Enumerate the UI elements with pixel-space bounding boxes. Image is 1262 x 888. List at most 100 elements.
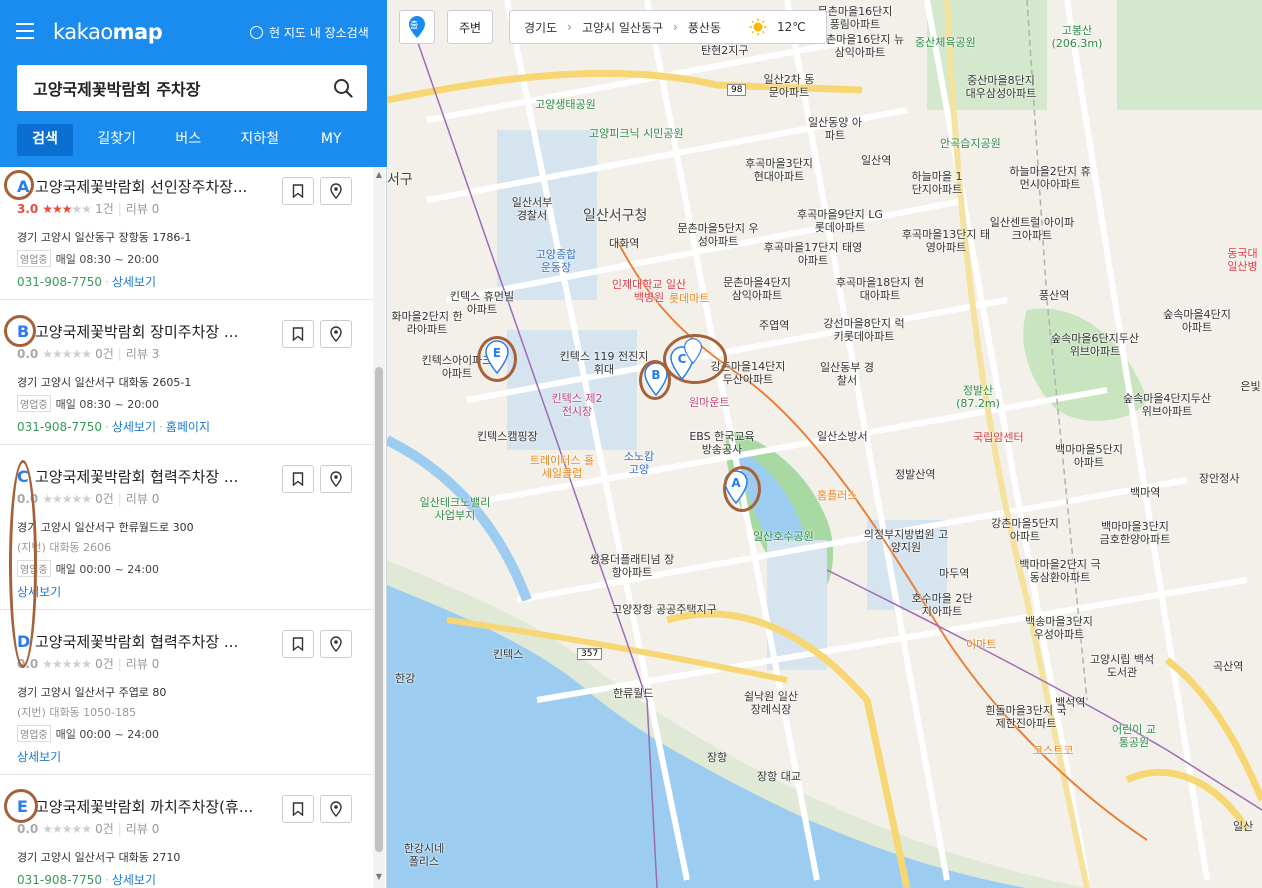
map-label[interactable]: 한류월드 [613, 687, 653, 700]
detail-link[interactable]: 상세보기 [17, 750, 61, 764]
detail-link[interactable]: 상세보기 [112, 873, 156, 887]
review-count[interactable]: 리뷰 0 [126, 490, 160, 507]
detail-link[interactable]: 상세보기 [112, 275, 156, 289]
map-label[interactable]: 한강 [395, 672, 415, 685]
map-label[interactable]: 숲속마을4단지두산 위브아파트 [1117, 392, 1217, 418]
review-count[interactable]: 리뷰 0 [126, 820, 160, 837]
bookmark-button[interactable] [282, 177, 314, 205]
map-label[interactable]: 은빛 [1239, 380, 1262, 393]
map-label[interactable]: 동국대 일산병 [1223, 247, 1262, 273]
phone-link[interactable]: 031-908-7750 [17, 420, 102, 434]
map-label[interactable]: 일산호수공원 [753, 530, 814, 543]
rating-count[interactable]: 0건 [95, 820, 114, 837]
map-label[interactable]: 중산마을8단지 대우삼성아파트 [961, 74, 1041, 100]
map-marker-d[interactable] [683, 338, 703, 364]
scroll-up-arrow-icon[interactable]: ▲ [375, 171, 383, 179]
map-label[interactable]: 고양시립 백석도서관 [1087, 653, 1157, 679]
map-label[interactable]: 고봉산 (206.3m) [1047, 24, 1107, 50]
search-input[interactable] [33, 65, 323, 111]
search-icon[interactable] [333, 78, 353, 98]
map-label[interactable]: 일산서구청 [583, 209, 647, 223]
map-label[interactable]: 일산센트럴 아이파크아파트 [987, 216, 1077, 242]
bookmark-button[interactable] [282, 465, 314, 493]
map-label[interactable]: 문촌마을16단지 뉴삼익아파트 [815, 33, 905, 59]
homepage-link[interactable]: 홈페이지 [166, 420, 210, 434]
map-label[interactable]: 하늘마을 1단지아파트 [907, 170, 967, 196]
map-label[interactable]: 백송마을3단지 우성아파트 [1019, 615, 1099, 641]
map-label[interactable]: 이마트 [966, 638, 996, 651]
result-item-d[interactable]: D 고양국제꽃박람회 협력주차장 ... 0.0 ★★★★★ 0건 | 리뷰 0 경기 고… [0, 610, 373, 775]
map-label[interactable]: 곡산역 [1213, 660, 1243, 673]
map-label[interactable]: 강촌마을14단지 두산아파트 [708, 360, 788, 386]
review-count[interactable]: 리뷰 0 [126, 655, 160, 672]
map-label[interactable]: 원마운트 [689, 396, 729, 409]
map-label[interactable]: 강선마을8단지 럭키롯데아파트 [819, 317, 909, 343]
results-scrollbar[interactable]: ▲ ▼ [373, 167, 385, 888]
map-label[interactable]: 정발산역 [895, 468, 935, 481]
bookmark-button[interactable] [282, 630, 314, 658]
map-label[interactable]: 백마마을5단지 아파트 [1049, 443, 1129, 469]
map-label[interactable]: 후곡마을18단지 현대아파트 [835, 276, 925, 302]
map-label[interactable]: 일산테크노밸리 사업부지 [415, 496, 495, 522]
map-label[interactable]: 문촌마을4단지 삼익아파트 [717, 276, 797, 302]
rating-count[interactable]: 0건 [95, 345, 114, 362]
map-label[interactable]: EBS 한국교육 방송공사 [687, 430, 757, 456]
departure-button[interactable]: 출 [399, 10, 435, 44]
map-label[interactable]: 소노캄 고양 [619, 450, 659, 476]
map-label[interactable]: 호수마을 2단지아파트 [907, 592, 977, 618]
map-label[interactable]: 고양생태공원 [535, 98, 596, 111]
breadcrumb-dong[interactable]: 풍산동 [688, 19, 721, 36]
result-title[interactable]: 고양국제꽃박람회 장미주차장 ... [35, 321, 263, 342]
map-label[interactable]: 트레이더스 홀세일클럽 [527, 454, 597, 480]
bookmark-button[interactable] [282, 320, 314, 348]
review-count[interactable]: 리뷰 0 [126, 200, 160, 217]
map-label[interactable]: 고양피크닉 시민공원 [589, 127, 684, 140]
map-marker-e[interactable]: E [484, 340, 510, 374]
map-label[interactable]: 대화역 [609, 237, 639, 250]
nearby-button[interactable]: 주변 [447, 10, 493, 44]
map-label[interactable]: 코스트코 [1033, 744, 1073, 757]
route-pin-button[interactable] [320, 320, 352, 348]
result-item-e[interactable]: E 고양국제꽃박람회 까치주차장(휴... 0.0 ★★★★★ 0건 | 리뷰 0 경기 … [0, 775, 373, 888]
map-label[interactable]: 킨텍스 [493, 648, 523, 661]
map-label[interactable]: 중산체육공원 [915, 36, 976, 49]
scrollbar-thumb[interactable] [375, 367, 383, 852]
tab-directions[interactable]: 길찾기 [81, 124, 153, 156]
phone-link[interactable]: 031-908-7750 [17, 873, 102, 887]
map-label[interactable]: 일산서부 경찰서 [507, 196, 557, 222]
map-label[interactable]: 일산동양 아파트 [805, 116, 865, 142]
map-label[interactable]: 일산소방서 [817, 430, 868, 443]
map-label[interactable]: 숲속마을6단지두산 위브아파트 [1045, 332, 1145, 358]
map-label[interactable]: 탄현2지구 [701, 44, 748, 57]
map-label[interactable]: 의정부지방법원 고양지원 [861, 528, 951, 554]
map-marker-b[interactable]: B [643, 362, 669, 396]
map-canvas[interactable]: 고양생태공원 고양피크닉 시민공원 일산서부 경찰서 일산서구청 대화역 고양종… [387, 0, 1262, 888]
map-label[interactable]: 국립암센터 [973, 431, 1024, 444]
phone-link[interactable]: 031-908-7750 [17, 275, 102, 289]
result-title[interactable]: 고양국제꽃박람회 선인장주차장... [35, 176, 263, 197]
map-label[interactable]: 후곡마을9단지 LG롯데아파트 [795, 208, 885, 234]
detail-link[interactable]: 상세보기 [112, 420, 156, 434]
result-title[interactable]: 고양국제꽃박람회 협력주차장 ... [35, 466, 263, 487]
current-map-search-toggle[interactable]: 현 지도 내 장소검색 [250, 24, 369, 41]
breadcrumb-city[interactable]: 고양시 일산동구 [582, 19, 663, 36]
route-pin-button[interactable] [320, 795, 352, 823]
rating-count[interactable]: 1건 [95, 200, 114, 217]
map-label[interactable]: 일산역 [861, 154, 891, 167]
map-label[interactable]: 화마을2단지 한라아파트 [387, 310, 467, 336]
tab-bus[interactable]: 버스 [153, 124, 225, 156]
map-label[interactable]: 후곡마을13단지 태영아파트 [901, 228, 991, 254]
map-label[interactable]: 백석역 [1055, 696, 1085, 709]
map-label[interactable]: 킨텍스캠핑장 [477, 430, 538, 443]
map-label[interactable]: 풍산역 [1039, 289, 1069, 302]
map-label[interactable]: 서구 [387, 173, 413, 187]
route-pin-button[interactable] [320, 177, 352, 205]
map-label[interactable]: 한강시네 폴리스 [399, 842, 449, 868]
result-item-a[interactable]: A 고양국제꽃박람회 선인장주차장... 3.0 ★★★★★ 1건 | 리뷰 0 경기 고… [0, 167, 373, 300]
map-label[interactable]: 후곡마을3단지 현대아파트 [739, 157, 819, 183]
route-pin-button[interactable] [320, 630, 352, 658]
map-label[interactable]: 주엽역 [759, 319, 789, 332]
tab-search[interactable]: 검색 [17, 124, 73, 156]
map-label[interactable]: 롯데마트 [669, 292, 709, 305]
map-label[interactable]: 숲속마을4단지 아파트 [1157, 308, 1237, 334]
